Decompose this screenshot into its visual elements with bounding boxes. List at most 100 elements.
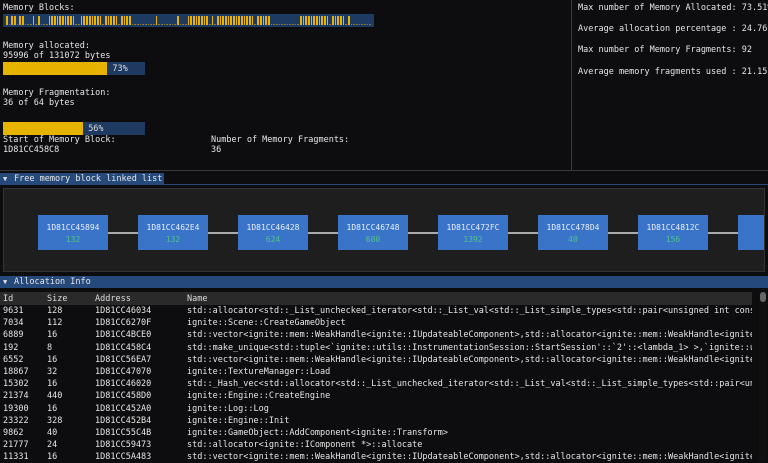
table-row[interactable]: 192 8 1D81CC458C4 std::make_unique<std::tup… — [0, 342, 752, 354]
table-row[interactable]: 23322 328 1D81CC452B4 ignite::Engine::Init — [0, 415, 752, 427]
memory-block — [118, 24, 120, 25]
memory-block — [46, 24, 48, 25]
memory-block — [201, 16, 203, 25]
list-node[interactable]: 1D81CC46748 600 — [338, 215, 408, 250]
memory-block — [8, 24, 11, 25]
memory-block — [318, 16, 321, 25]
memory-block — [259, 16, 262, 25]
linked-list-header[interactable]: ▼ Free memory block linked list — [0, 173, 164, 185]
memory-block — [358, 24, 361, 25]
table-row[interactable]: 11331 16 1D81CC5A483 std::vector<ignite::me… — [0, 451, 752, 463]
allocated-progress-bar: 73% — [3, 62, 145, 75]
memory-block — [147, 24, 150, 25]
memory-block — [334, 16, 337, 25]
memory-block — [265, 16, 267, 25]
memory-block — [107, 16, 110, 25]
memory-block — [99, 16, 102, 25]
memory-block — [198, 16, 201, 25]
memory-block — [136, 24, 139, 25]
table-row[interactable]: 18867 32 1D81CC47070 ignite::TextureManager… — [0, 366, 752, 378]
node-link — [308, 232, 338, 234]
list-node[interactable]: 1D81CC472FC 1392 — [438, 215, 508, 250]
list-node[interactable]: 1D81CC478D4 40 — [538, 215, 608, 250]
allocation-info-header[interactable]: ▼ Allocation Info — [0, 276, 768, 288]
cell-address: 1D81CC46034 — [95, 306, 152, 317]
allocated-percent: 73% — [112, 64, 128, 74]
node-link — [208, 232, 238, 234]
list-node[interactable]: 1D81CC4812C 156 — [638, 215, 708, 250]
memory-block — [348, 16, 350, 25]
linked-list-panel: 1D81CC45894 132 1D81CC462E4 132 1D81CC46428 6… — [3, 188, 765, 272]
cell-name: ignite::TextureManager::Load — [187, 367, 331, 378]
memory-block — [283, 24, 286, 25]
scrollbar-thumb[interactable] — [760, 292, 766, 302]
cell-name: ignite::Engine::CreateEngine — [187, 391, 331, 402]
list-node[interactable]: 1D81CC462E4 132 — [138, 215, 208, 250]
memory-block — [331, 16, 334, 25]
memory-block — [291, 24, 294, 25]
cell-address: 1D81CC56EA7 — [95, 354, 152, 365]
list-node[interactable]: 1D81CC46428 624 — [238, 215, 308, 250]
table-row[interactable]: 21777 24 1D81CC59473 std::allocator<ignite:… — [0, 439, 752, 451]
memory-block — [249, 16, 251, 25]
table-row[interactable]: 21374 440 1D81CC458D0 ignite::Engine::Creat… — [0, 390, 752, 402]
table-row[interactable]: 19300 16 1D81CC452A0 ignite::Log::Log — [0, 403, 752, 415]
node-address: 1D81CC46428 — [246, 223, 300, 232]
table-row[interactable]: 6552 16 1D81CC56EA7 std::vector<ignite::mem… — [0, 354, 752, 366]
memory-block — [43, 24, 46, 25]
list-node[interactable]: 1D81CC45894 132 — [38, 215, 108, 250]
fragmentation-detail: 36 of 64 bytes — [3, 98, 75, 108]
memory-block — [160, 24, 163, 25]
memory-block — [171, 24, 174, 25]
memory-block — [190, 16, 193, 25]
node-address: 1D81 — [738, 223, 764, 232]
memory-block — [86, 16, 88, 25]
col-size[interactable]: Size — [44, 292, 92, 305]
cell-size: 440 — [47, 391, 63, 402]
table-row[interactable]: 9631 128 1D81CC46034 std::allocator<std::_L… — [0, 305, 752, 317]
cell-name: std::vector<ignite::mem::WeakHandle<igni… — [187, 330, 752, 341]
start-value: 1D81CC458C8 — [3, 145, 60, 155]
memory-block — [187, 16, 190, 25]
stat-avg-fragments: Average memory fragments used : 21.15 — [578, 67, 768, 77]
table-row[interactable]: 15302 16 1D81CC46020 std::_Hash_vec<std::al… — [0, 378, 752, 390]
cell-address: 1D81CC47070 — [95, 367, 152, 378]
memory-block — [286, 24, 289, 25]
node-address: 1D81CC46748 — [346, 223, 400, 232]
node-size: 132 — [165, 235, 181, 244]
memory-block — [356, 24, 358, 25]
node-link — [508, 232, 538, 234]
cell-id: 9631 — [3, 306, 24, 317]
memory-block — [182, 24, 185, 25]
col-name[interactable]: Name — [184, 292, 752, 305]
cell-name: std::vector<ignite::mem::WeakHandle<igni… — [187, 452, 752, 463]
horizontal-divider — [0, 170, 768, 171]
memory-block — [120, 16, 123, 25]
table-row[interactable]: 7034 112 1D81CC6270F ignite::Scene::CreateG… — [0, 317, 752, 329]
memory-block — [152, 24, 155, 25]
memory-block — [40, 24, 43, 25]
cell-name: std::allocator<std::_List_unchecked_iter… — [187, 306, 752, 317]
table-row[interactable]: 9862 40 1D81CC55C4B ignite::GameObject::Add… — [0, 427, 752, 439]
cell-size: 16 — [47, 330, 58, 341]
memory-block — [166, 24, 168, 25]
fragments-label: Number of Memory Fragments: — [211, 135, 350, 145]
node-address: 1D81CC45894 — [46, 223, 100, 232]
memory-block — [185, 24, 187, 25]
allocation-table-wrap: Id Size Address Name 9631 128 1D81CC46034 s… — [0, 292, 752, 463]
memory-block — [195, 16, 198, 25]
table-scrollbar[interactable] — [759, 292, 767, 461]
cell-address: 1D81CC452B4 — [95, 415, 152, 426]
cell-address: 1D81CC5A483 — [95, 452, 152, 463]
memory-block — [289, 24, 291, 25]
col-id[interactable]: Id — [0, 292, 44, 305]
memory-block — [366, 24, 369, 25]
list-node[interactable]: 1D81 — [738, 215, 764, 250]
node-link — [108, 232, 138, 234]
memory-blocks-strip — [3, 14, 374, 27]
memory-block — [70, 16, 72, 25]
cell-name: std::allocator<ignite::IComponent *>::al… — [187, 440, 423, 451]
col-address[interactable]: Address — [92, 292, 184, 305]
table-row[interactable]: 6889 16 1D81CC4BCE0 std::vector<ignite::mem… — [0, 329, 752, 341]
stat-max-allocated: Max number of Memory Allocated: 73.51% — [578, 3, 768, 13]
